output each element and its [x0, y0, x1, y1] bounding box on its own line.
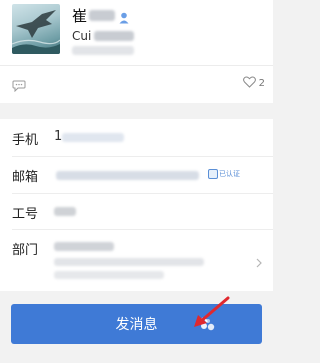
- annotation-arrow: [194, 296, 230, 327]
- email-label: 邮箱: [12, 170, 39, 185]
- like-button[interactable]: 2: [242, 76, 265, 91]
- department-redacted-2: [54, 258, 204, 266]
- row-divider: [12, 229, 273, 230]
- send-message-label: 发消息: [115, 317, 158, 333]
- sub-name-redacted: [94, 31, 135, 41]
- profile-sub-name: Cui: [72, 29, 92, 43]
- name-row: 崔: [72, 6, 129, 25]
- avatar[interactable]: [12, 4, 60, 54]
- divider: [0, 65, 273, 66]
- department-label: 部门: [12, 243, 39, 258]
- employee-id-redacted: [54, 207, 76, 216]
- row-divider: [12, 156, 273, 157]
- profile-name: 崔: [72, 6, 88, 25]
- sub-line-redacted: [72, 46, 134, 55]
- phone-label: 手机: [12, 133, 39, 148]
- heart-icon: [242, 76, 256, 91]
- email-verified-badge: 已认证: [208, 168, 240, 180]
- profile-card: 崔 Cui 2: [0, 0, 273, 103]
- verified-label: 已认证: [219, 170, 240, 178]
- department-redacted-1[interactable]: [54, 242, 114, 251]
- email-redacted[interactable]: [56, 171, 199, 180]
- sub-row: Cui: [72, 28, 135, 44]
- chevron-right-icon[interactable]: [255, 253, 263, 268]
- likes-count: 2: [258, 78, 265, 89]
- department-redacted-3: [54, 271, 164, 279]
- phone-redacted: [62, 133, 124, 142]
- person-icon: [119, 9, 129, 24]
- row-divider: [12, 193, 273, 194]
- employee-id-label: 工号: [12, 207, 39, 222]
- chat-bubble-icon[interactable]: [12, 77, 26, 93]
- verified-icon: [208, 169, 218, 179]
- name-redacted: [89, 9, 116, 21]
